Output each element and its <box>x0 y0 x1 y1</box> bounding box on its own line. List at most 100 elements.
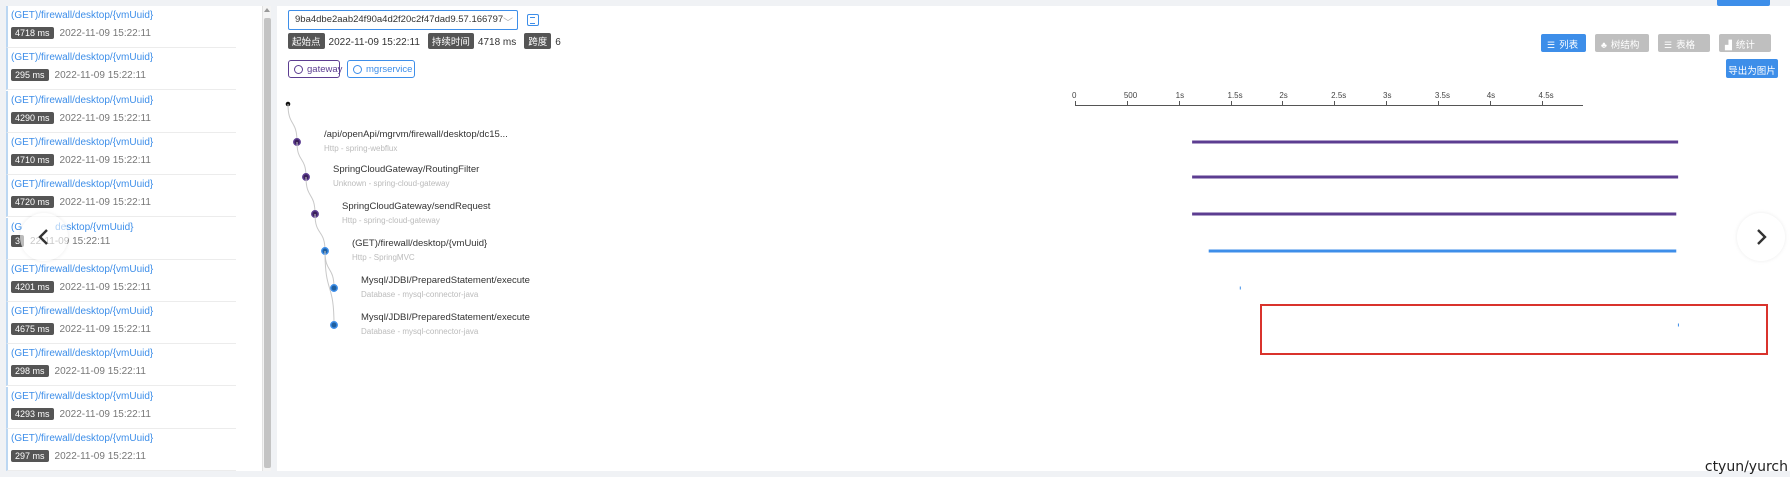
trace-list-item[interactable]: (GET)/firewall/desktop/{vmUuid} 4675 ms 20… <box>6 302 236 345</box>
trace-meta: 4290 ms 2022-11-09 15:22:11 <box>11 111 236 124</box>
trace-timestamp: 2022-11-09 15:22:11 <box>54 451 146 462</box>
trace-meta: 4720 ms 2022-11-09 15:22:11 <box>11 196 236 209</box>
top-right-button[interactable] <box>1717 0 1770 6</box>
duration-badge: 297 ms <box>11 450 49 462</box>
span-name[interactable]: Mysql/JDBI/PreparedStatement/execute <box>361 275 530 286</box>
tab-table-label: 表格 <box>1676 40 1696 51</box>
trace-meta: 4293 ms 2022-11-09 15:22:11 <box>11 407 236 420</box>
axis-tick <box>1541 101 1543 105</box>
trace-list-item[interactable]: (GET)/firewall/desktop/{vmUuid} 4293 ms 20… <box>6 386 236 429</box>
span-count-label: 跨度 <box>524 33 552 49</box>
service-tag-gateway[interactable]: gateway <box>288 60 343 78</box>
axis-tick <box>1230 101 1232 105</box>
duration-badge: 4710 ms <box>11 153 54 166</box>
trace-id-value: 9ba4dbe2aab24f90a4d2f20c2f47dad9.57.1667… <box>295 14 504 25</box>
tab-table[interactable]: ☰ 表格 <box>1658 34 1710 52</box>
axis-tick-label: 1.5s <box>1227 91 1243 100</box>
trace-id-select[interactable]: 9ba4dbe2aab24f90a4d2f20c2f47dad9.57.1667… <box>288 10 518 30</box>
circle-icon <box>353 65 362 74</box>
table-icon: ☰ <box>1664 40 1673 50</box>
trace-list-item[interactable]: (GET)/firewall/desktop/{vmUuid} 4720 ms 20… <box>6 175 236 218</box>
trace-list-item[interactable]: (GET)/firewall/desktop/{vmUuid} 4201 ms 20… <box>6 259 236 302</box>
axis-tick-label: 500 <box>1123 91 1138 100</box>
list-icon: ☰ <box>1547 40 1556 50</box>
trace-endpoint-link[interactable]: (GET)/firewall/desktop/{vmUuid} <box>11 179 236 190</box>
span-name[interactable]: (GET)/firewall/desktop/{vmUuid} <box>352 238 487 249</box>
trace-timestamp: 2022-11-09 15:22:11 <box>59 324 151 336</box>
trace-timestamp: 2022-11-09 15:22:11 <box>59 112 151 124</box>
tab-list-label: 列表 <box>1559 40 1579 51</box>
chevron-down-icon: ﹀ <box>503 18 513 29</box>
export-image-button[interactable]: 导出为图片 <box>1726 59 1778 78</box>
trace-meta: 4710 ms 2022-11-09 15:22:11 <box>11 153 236 166</box>
trace-endpoint-link[interactable]: (GET)/firewall/desktop/{vmUuid} <box>11 52 236 63</box>
start-label: 起始点 <box>288 33 325 49</box>
tab-tree[interactable]: ♣ 树结构 <box>1595 34 1649 52</box>
tree-icon: ♣ <box>1601 40 1607 50</box>
trace-timestamp: 2022-11-09 15:22:11 <box>59 408 151 420</box>
start-value: 2022-11-09 15:22:11 <box>328 37 420 48</box>
stats-icon: ▟ <box>1725 40 1732 50</box>
highlight-box <box>1260 304 1768 355</box>
axis-tick <box>1126 101 1128 105</box>
span-name[interactable]: SpringCloudGateway/sendRequest <box>342 201 490 212</box>
circle-icon <box>294 65 303 74</box>
timeline-axis: 0 500 1s 1.5s 2s 2.5s 3s 3.5s 4s 4.5s <box>1072 91 1583 108</box>
trace-list-scrollbar[interactable] <box>262 6 271 471</box>
span-component: Http - SpringMVC <box>352 253 415 262</box>
trace-list-item[interactable]: (GET)/firewall/desktop/{vmUuid} 4710 ms 20… <box>6 132 236 175</box>
trace-endpoint-link[interactable]: (GET)/firewall/desktop/{vmUuid} <box>11 10 236 21</box>
duration-badge: 4720 ms <box>11 196 54 209</box>
span-name[interactable]: /api/openApi/mgrvm/firewall/desktop/dc15… <box>324 129 508 140</box>
copy-icon[interactable] <box>527 14 539 26</box>
trace-endpoint-link[interactable]: (GET)/firewall/desktop/{vmUuid} <box>11 391 236 402</box>
axis-tick-label: 2s <box>1279 91 1288 100</box>
tab-stats[interactable]: ▟ 统计 <box>1719 34 1771 52</box>
trace-meta: 297 ms 2022-11-09 15:22:11 <box>11 450 236 462</box>
trace-list-item[interactable]: (GET)/firewall/desktop/{vmUuid} 298 ms 202… <box>6 344 236 387</box>
scrollbar-thumb[interactable] <box>264 18 271 468</box>
trace-list-item[interactable]: (GET)/firewall/desktop/{vmUuid} 4718 ms 20… <box>6 6 236 48</box>
axis-tick <box>1489 101 1491 105</box>
axis-tick-label: 0 <box>1072 91 1077 100</box>
duration-badge: 295 ms <box>11 69 49 82</box>
trace-list-item[interactable]: (GET)/firewall/desktop/{vmUuid} 295 ms 202… <box>6 48 236 91</box>
trace-meta: 295 ms 2022-11-09 15:22:11 <box>11 69 236 82</box>
axis-tick-label: 1s <box>1175 91 1185 100</box>
tab-tree-label: 树结构 <box>1610 40 1640 51</box>
duration-label: 持续时间 <box>427 33 474 49</box>
axis-tick-label: 4.5s <box>1538 91 1554 100</box>
tab-list[interactable]: ☰ 列表 <box>1541 34 1586 52</box>
duration-badge: 298 ms <box>11 365 49 378</box>
axis-tick-label: 3.5s <box>1434 91 1450 100</box>
trace-endpoint-link[interactable]: (GET)/firewall/desktop/{vmUuid} <box>11 348 236 359</box>
span-name[interactable]: SpringCloudGateway/RoutingFilter <box>333 164 479 175</box>
trace-endpoint-link[interactable]: (GET)/firewall/desktop/{vmUuid} <box>11 95 236 106</box>
trace-timestamp: 2022-11-09 15:22:11 <box>59 197 151 209</box>
trace-endpoint-link[interactable]: (GET)/firewall/desktop/{vmUuid} <box>11 306 236 317</box>
service-name: mgrservice <box>366 64 413 75</box>
trace-list-item[interactable]: (GET)/firewall/desktop/{vmUuid} 297 ms 202… <box>6 429 236 471</box>
service-name: gateway <box>307 64 343 75</box>
trace-list-item[interactable]: (GET)/firewall/desktop/{vmUuid} 4290 ms 20… <box>6 90 236 133</box>
trace-endpoint-link[interactable]: (GET)/firewall/desktop/{vmUuid} <box>11 137 236 148</box>
next-button[interactable] <box>1737 213 1785 261</box>
trace-endpoint-link[interactable]: (GET)/firewall/desktop/{vmUuid} <box>11 264 236 275</box>
axis-tick <box>1386 101 1388 105</box>
trace-timestamp: 2022-11-09 15:22:11 <box>59 28 151 39</box>
span-component: Database - mysql-connector-java <box>361 290 479 299</box>
axis-tick-label: 4s <box>1486 91 1496 100</box>
scroll-up-arrow-icon[interactable] <box>264 8 270 12</box>
axis-tick <box>1075 101 1076 105</box>
axis-tick-label: 2.5s <box>1331 91 1347 100</box>
tab-stats-label: 统计 <box>1735 40 1755 51</box>
service-tag-mgrservice[interactable]: mgrservice <box>347 60 415 78</box>
trace-endpoint-link[interactable]: (GET)/firewall/desktop/{vmUuid} <box>11 433 236 444</box>
trace-meta: 4201 ms 2022-11-09 15:22:11 <box>11 280 236 293</box>
span-count-value: 6 <box>555 37 561 48</box>
duration-badge: 4201 ms <box>11 280 54 293</box>
span-name[interactable]: Mysql/JDBI/PreparedStatement/execute <box>361 312 530 323</box>
axis-tick-label: 3s <box>1383 91 1392 100</box>
duration-badge: 4675 ms <box>11 323 54 336</box>
previous-button[interactable] <box>20 213 68 261</box>
